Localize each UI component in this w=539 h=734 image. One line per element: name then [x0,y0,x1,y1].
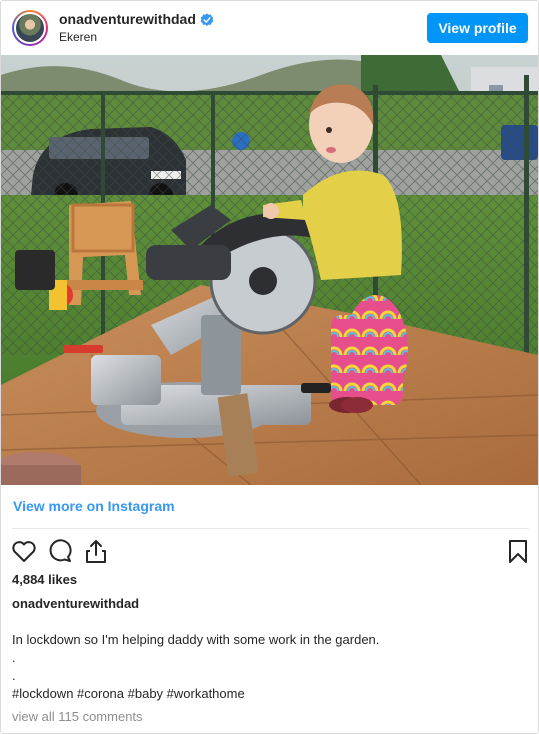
view-more-link[interactable]: View more on Instagram [13,498,175,514]
post-header: onadventurewithdad Ekeren View profile [1,1,538,55]
caption-username[interactable]: onadventurewithdad [12,596,139,611]
caption-hashtags[interactable]: #lockdown #corona #baby #workathome [12,685,379,703]
comment-icon[interactable] [46,537,74,565]
view-all-comments-link[interactable]: view all 115 comments [12,709,143,724]
avatar-image [14,12,46,44]
location-label[interactable]: Ekeren [59,30,427,45]
instagram-embed-card: onadventurewithdad Ekeren View profile V… [0,0,539,734]
user-row: onadventurewithdad [59,11,427,29]
heart-icon[interactable] [10,537,38,565]
caption-text: In lockdown so I'm helping daddy with so… [12,631,379,703]
avatar[interactable] [12,10,48,46]
action-bar [10,537,532,565]
likes-count[interactable]: 4,884 likes [12,572,77,587]
username[interactable]: onadventurewithdad [59,11,196,29]
caption-line: In lockdown so I'm helping daddy with so… [12,632,380,647]
caption-line: . [12,668,16,683]
caption-line: . [12,650,16,665]
verified-badge-icon [200,13,214,26]
post-image[interactable] [1,55,538,485]
bookmark-icon[interactable] [504,537,532,565]
divider [12,528,529,529]
view-profile-button[interactable]: View profile [427,13,528,43]
user-block: onadventurewithdad Ekeren [59,11,427,45]
share-icon[interactable] [82,537,110,565]
